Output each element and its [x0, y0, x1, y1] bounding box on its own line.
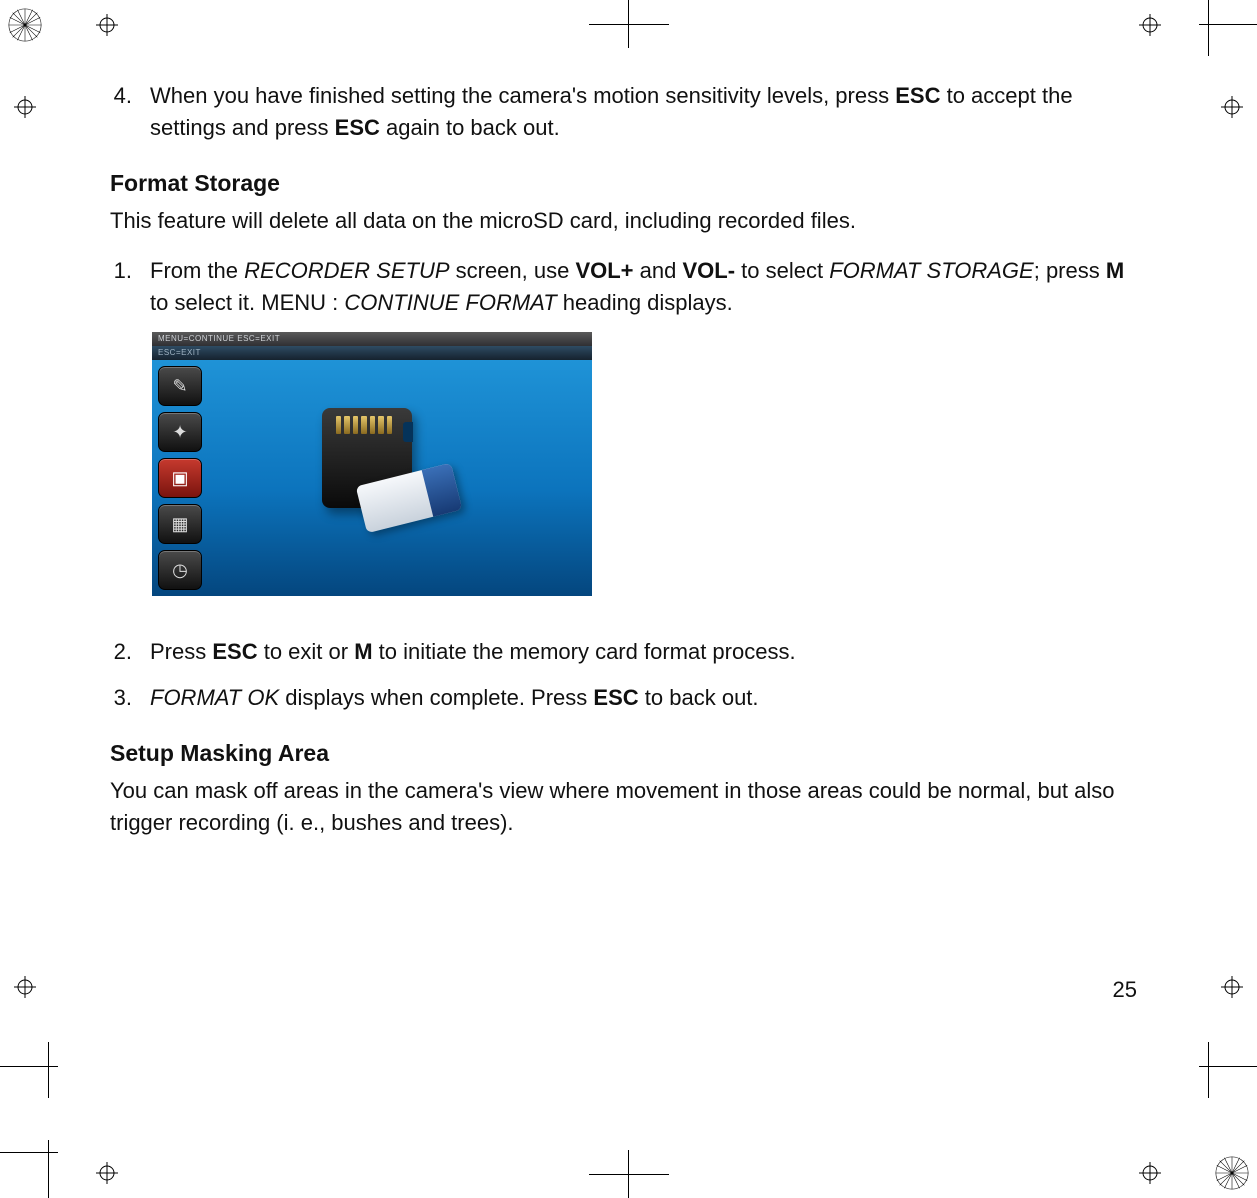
- printmark-reg: [96, 14, 118, 36]
- printmark-corner: [0, 1042, 70, 1098]
- item-number: 2.: [110, 636, 150, 668]
- paragraph: You can mask off areas in the camera's v…: [110, 775, 1130, 839]
- printmark-corner: [1187, 0, 1257, 56]
- edit-icon: ✎: [158, 366, 202, 406]
- printmark-starburst-br: [1213, 1154, 1251, 1192]
- screenshot-sidebar: ✎ ✦ ▣ ▦ ◷: [158, 366, 206, 596]
- motion-icon: ✦: [158, 412, 202, 452]
- printmark-reg: [14, 96, 36, 118]
- printmark-reg: [96, 1162, 118, 1184]
- item-text: Press ESC to exit or M to initiate the m…: [150, 636, 1130, 668]
- printmark-cross-top: [589, 0, 669, 48]
- item-text: From the RECORDER SETUP screen, use VOL+…: [150, 255, 1130, 319]
- screenshot-body: ✎ ✦ ▣ ▦ ◷: [152, 360, 592, 596]
- screenshot-center-graphic: [302, 400, 462, 550]
- screenshot-titlebar: MENU=CONTINUE ESC=EXIT: [152, 332, 592, 346]
- list-item: 3. FORMAT OK displays when complete. Pre…: [110, 682, 1130, 714]
- item-number: 3.: [110, 682, 150, 714]
- list-item: 1. From the RECORDER SETUP screen, use V…: [110, 255, 1130, 319]
- item-number: 4.: [110, 80, 150, 144]
- paragraph: This feature will delete all data on the…: [110, 205, 1130, 237]
- printmark-reg: [14, 976, 36, 998]
- page-content: 4. When you have finished setting the ca…: [90, 70, 1150, 857]
- mask-icon: ▦: [158, 504, 202, 544]
- list-item: 2. Press ESC to exit or M to initiate th…: [110, 636, 1130, 668]
- screenshot-subbar: ESC=EXIT: [152, 346, 592, 360]
- printmark-corner: [1187, 1042, 1257, 1098]
- heading-masking-area: Setup Masking Area: [110, 740, 1130, 767]
- heading-format-storage: Format Storage: [110, 170, 1130, 197]
- screenshot-format-storage: MENU=CONTINUE ESC=EXIT ESC=EXIT ✎ ✦ ▣ ▦ …: [152, 332, 592, 596]
- printmark-reg: [1221, 976, 1243, 998]
- printmark-starburst-tl: [6, 6, 44, 44]
- printmark-corner: [0, 1128, 70, 1198]
- item-text: When you have finished setting the camer…: [150, 80, 1130, 144]
- printmark-reg: [1139, 14, 1161, 36]
- list-item: 4. When you have finished setting the ca…: [110, 80, 1130, 144]
- storage-icon: ▣: [158, 458, 202, 498]
- page-number: 25: [1113, 977, 1137, 1003]
- item-text: FORMAT OK displays when complete. Press …: [150, 682, 1130, 714]
- item-number: 1.: [110, 255, 150, 319]
- clock-icon: ◷: [158, 550, 202, 590]
- printmark-reg: [1221, 96, 1243, 118]
- printmark-reg: [1139, 1162, 1161, 1184]
- printmark-cross-bottom: [589, 1150, 669, 1198]
